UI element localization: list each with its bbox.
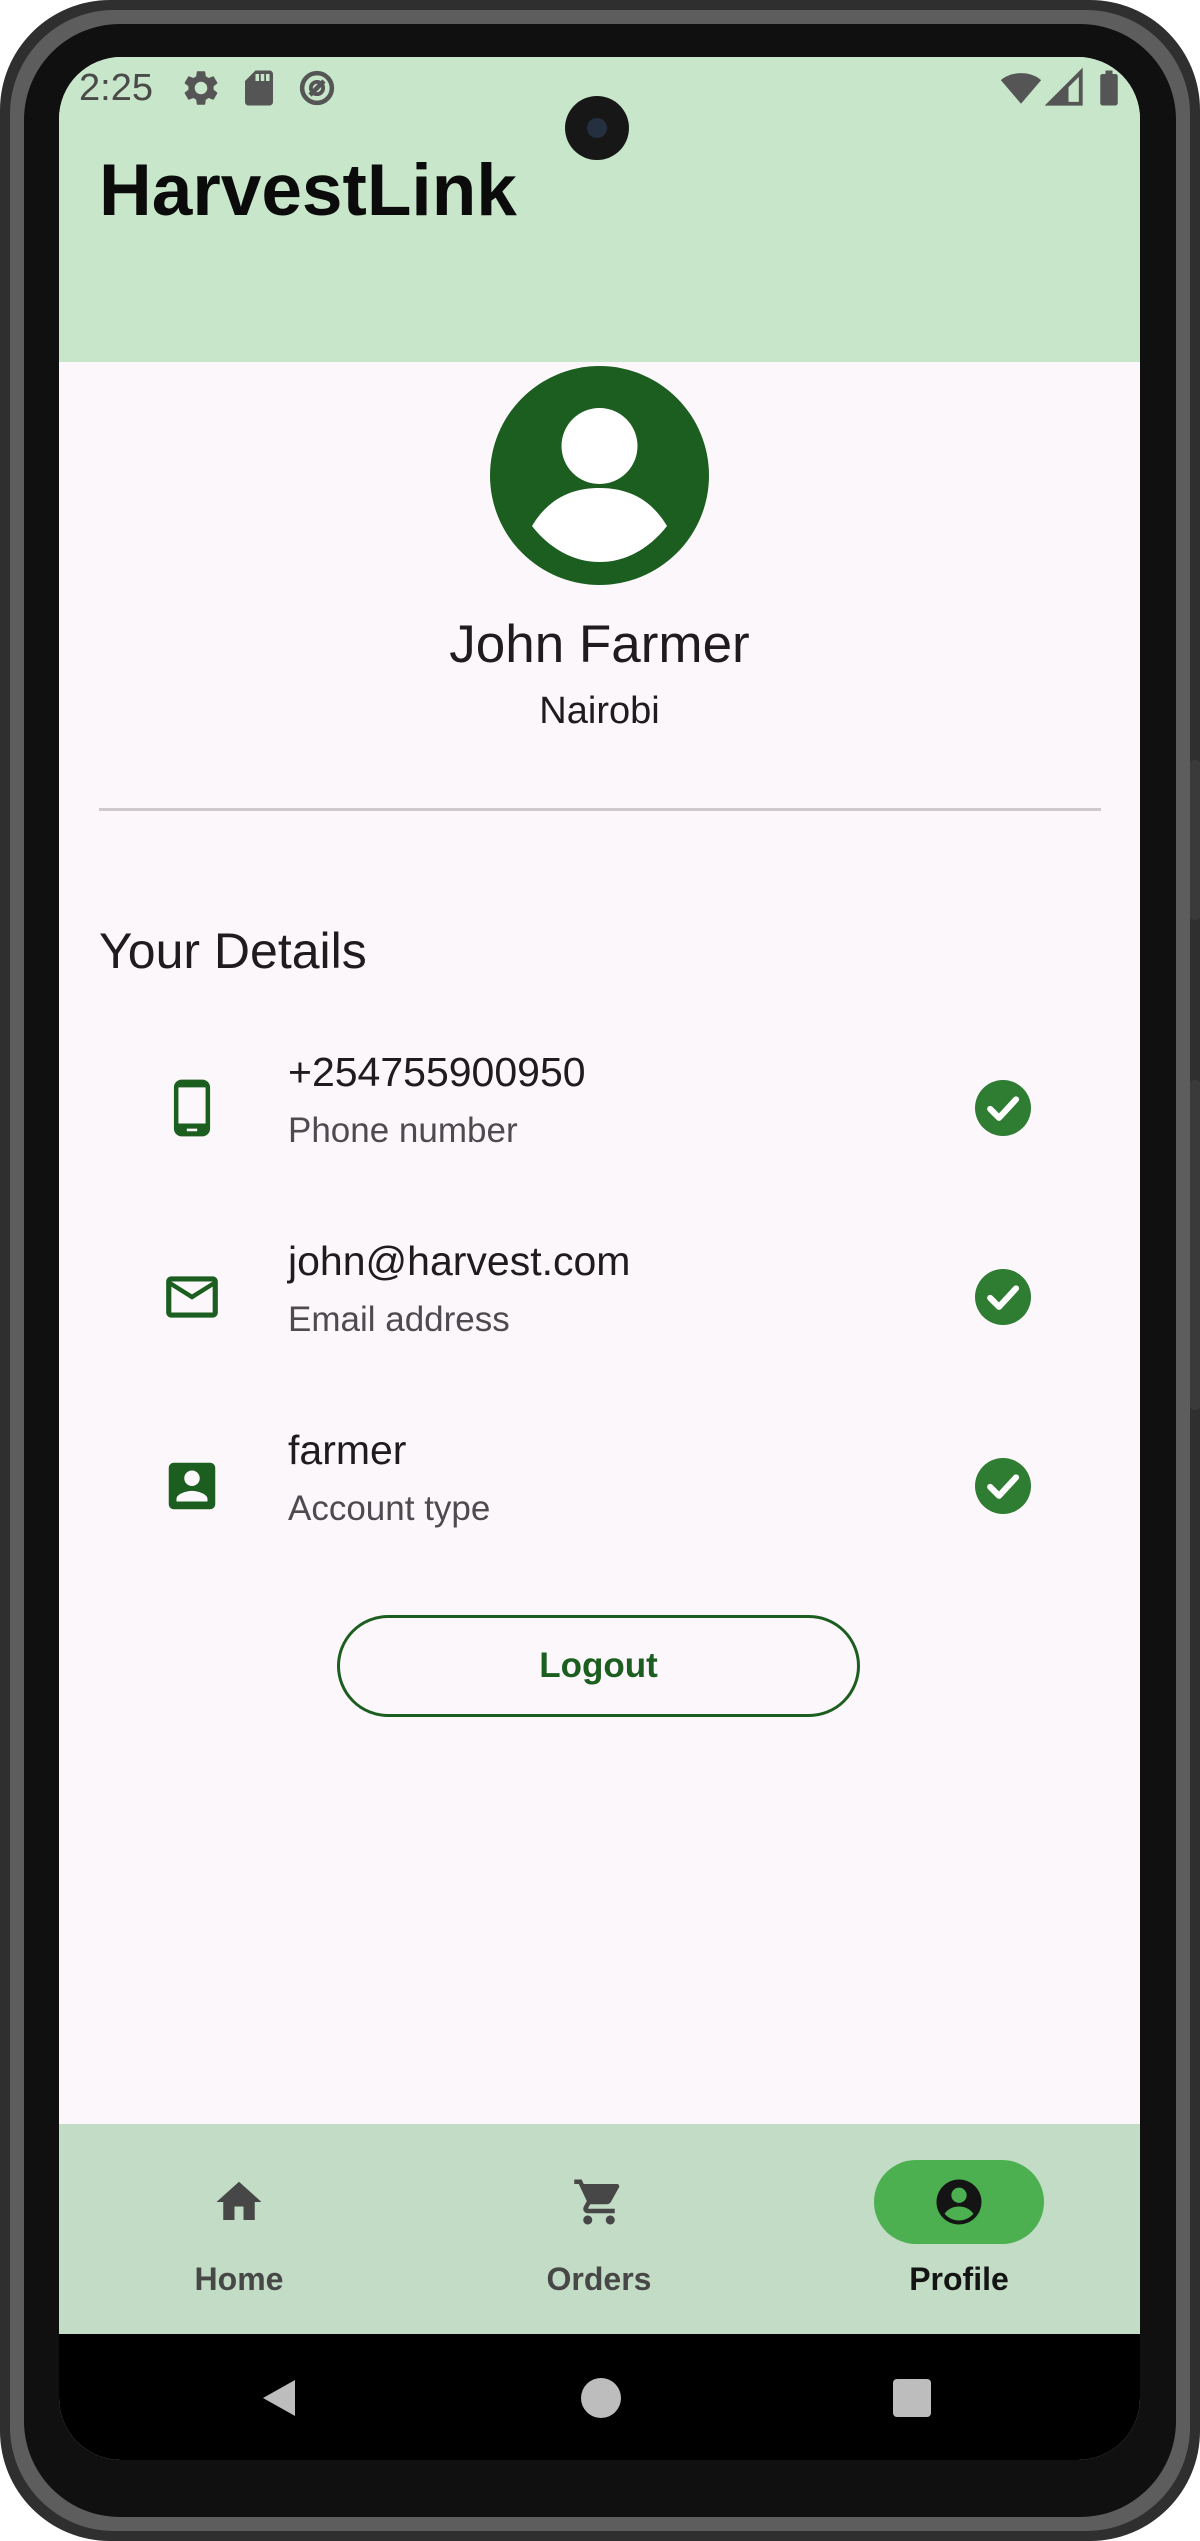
sd-card-icon — [245, 70, 273, 106]
camera-lens — [587, 118, 607, 138]
back-icon[interactable] — [259, 2378, 299, 2418]
detail-label: Email address — [288, 1300, 510, 1339]
detail-row-email[interactable]: john@harvest.com Email address — [59, 1222, 1140, 1372]
battery-icon — [1100, 70, 1118, 106]
logout-button[interactable]: Logout — [337, 1615, 860, 1717]
detail-row-account-type[interactable]: farmer Account type — [59, 1411, 1140, 1561]
volume-button — [1190, 1080, 1200, 1410]
home-icon — [216, 2181, 262, 2220]
wifi-icon — [1000, 73, 1042, 104]
home-button[interactable] — [581, 2378, 621, 2418]
sync-icon — [299, 70, 335, 106]
profile-location: Nairobi — [539, 690, 660, 732]
recents-button[interactable] — [893, 2379, 931, 2417]
nav-item-profile[interactable]: Profile — [779, 2124, 1139, 2334]
nav-item-orders[interactable]: Orders — [419, 2124, 779, 2334]
detail-label: Account type — [288, 1489, 491, 1528]
check-circle-icon — [975, 1080, 1031, 1136]
check-circle-icon — [975, 1269, 1031, 1325]
app-title: HarvestLink — [99, 150, 517, 231]
section-title: Your Details — [99, 923, 367, 979]
nav-indicator — [514, 2160, 684, 2244]
settings-icon — [184, 71, 218, 105]
bottom-navigation: Home Orders Profile — [59, 2124, 1140, 2334]
phone-screen: 2:25 HarvestLink John Farmer Nairobi You… — [59, 57, 1140, 2460]
nav-item-home[interactable]: Home — [59, 2124, 419, 2334]
nav-label: Orders — [546, 2261, 652, 2297]
detail-label: Phone number — [288, 1111, 518, 1150]
power-button — [1190, 760, 1200, 920]
account-box-icon — [168, 1462, 216, 1510]
nav-indicator-active — [874, 2160, 1044, 2244]
divider — [99, 808, 1101, 811]
nav-label: Home — [194, 2261, 284, 2297]
front-camera — [565, 96, 629, 160]
account-circle-icon — [532, 408, 667, 562]
signal-icon — [1044, 67, 1083, 106]
status-time: 2:25 — [79, 67, 153, 109]
profile-name: John Farmer — [449, 615, 750, 674]
smartphone-icon — [173, 1079, 211, 1137]
nav-indicator — [154, 2160, 324, 2244]
shopping-cart-icon — [574, 2179, 620, 2225]
detail-value: john@harvest.com — [288, 1238, 631, 1284]
check-circle-icon — [975, 1458, 1031, 1514]
email-icon — [166, 1276, 218, 1318]
system-navigation-bar — [59, 2334, 1140, 2460]
nav-label: Profile — [909, 2261, 1009, 2297]
account-circle-icon — [936, 2179, 982, 2225]
profile-avatar — [490, 366, 709, 585]
detail-value: farmer — [288, 1427, 407, 1473]
detail-row-phone[interactable]: +254755900950 Phone number — [59, 1033, 1140, 1183]
detail-value: +254755900950 — [288, 1049, 586, 1095]
